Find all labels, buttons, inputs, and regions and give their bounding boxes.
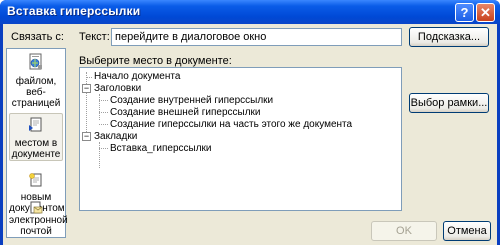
ok-button[interactable]: OK: [371, 221, 437, 241]
dialog-body: Связать с: файлом, веб-страницей местом …: [3, 24, 497, 245]
help-button[interactable]: ?: [455, 3, 474, 22]
link-to-sidebar: файлом, веб-страницей местом в документе: [6, 48, 68, 238]
tree-connector: [99, 148, 108, 149]
close-button[interactable]: ✕: [476, 3, 495, 22]
tree-item-bookmarks[interactable]: Закладки: [94, 131, 137, 143]
tree-item-bookmark[interactable]: Вставка_гиперссылки: [110, 143, 211, 155]
document-places-tree[interactable]: Начало документа − Заголовки Создание вн…: [79, 67, 402, 211]
cancel-button[interactable]: Отмена: [443, 221, 491, 241]
collapse-icon[interactable]: −: [82, 132, 91, 141]
tree-connector: [99, 94, 100, 120]
screentip-button[interactable]: Подсказка...: [409, 27, 489, 47]
tree-item-headings[interactable]: Заголовки: [94, 83, 141, 95]
sidebar-item-web-page[interactable]: файлом, веб-страницей: [9, 53, 63, 109]
email-icon: [29, 201, 43, 217]
tree-item-heading[interactable]: Создание внешней гиперссылки: [110, 107, 261, 119]
sidebar-item-label: местом в документе: [11, 138, 61, 160]
tree-connector: [99, 124, 108, 125]
sidebar-item-document-place[interactable]: местом в документе: [9, 113, 63, 161]
tree-connector: [86, 77, 92, 78]
title-bar[interactable]: Вставка гиперссылки ? ✕: [0, 0, 500, 24]
sidebar-item-label: электронной почтой: [9, 215, 68, 237]
tree-item-heading[interactable]: Создание внутренней гиперссылки: [110, 95, 273, 107]
dialog-title: Вставка гиперссылки: [7, 4, 141, 18]
text-label: Текст:: [79, 31, 110, 43]
tree-connector: [86, 72, 87, 136]
insert-hyperlink-dialog: Вставка гиперссылки ? ✕ Связать с: файло…: [0, 0, 500, 245]
collapse-icon[interactable]: −: [82, 84, 91, 93]
sidebar-item-label: файлом, веб-страницей: [11, 76, 61, 109]
tree-connector: [99, 112, 108, 113]
tree-item-start[interactable]: Начало документа: [94, 71, 180, 83]
sidebar-item-email[interactable]: электронной почтой: [9, 201, 68, 237]
document-place-icon: [10, 117, 62, 136]
tree-connector: [99, 142, 100, 168]
tree-connector: [99, 100, 108, 101]
tree-item-heading[interactable]: Создание гиперссылки на часть этого же д…: [110, 119, 352, 131]
help-icon: ?: [460, 5, 469, 20]
link-to-label: Связать с:: [11, 31, 64, 43]
close-icon: ✕: [480, 5, 491, 20]
new-document-icon: [9, 173, 63, 190]
place-in-document-label: Выберите место в документе:: [79, 55, 232, 67]
display-text-input[interactable]: [111, 28, 402, 46]
web-page-icon: [9, 53, 63, 74]
target-frame-button[interactable]: Выбор рамки...: [409, 93, 489, 113]
